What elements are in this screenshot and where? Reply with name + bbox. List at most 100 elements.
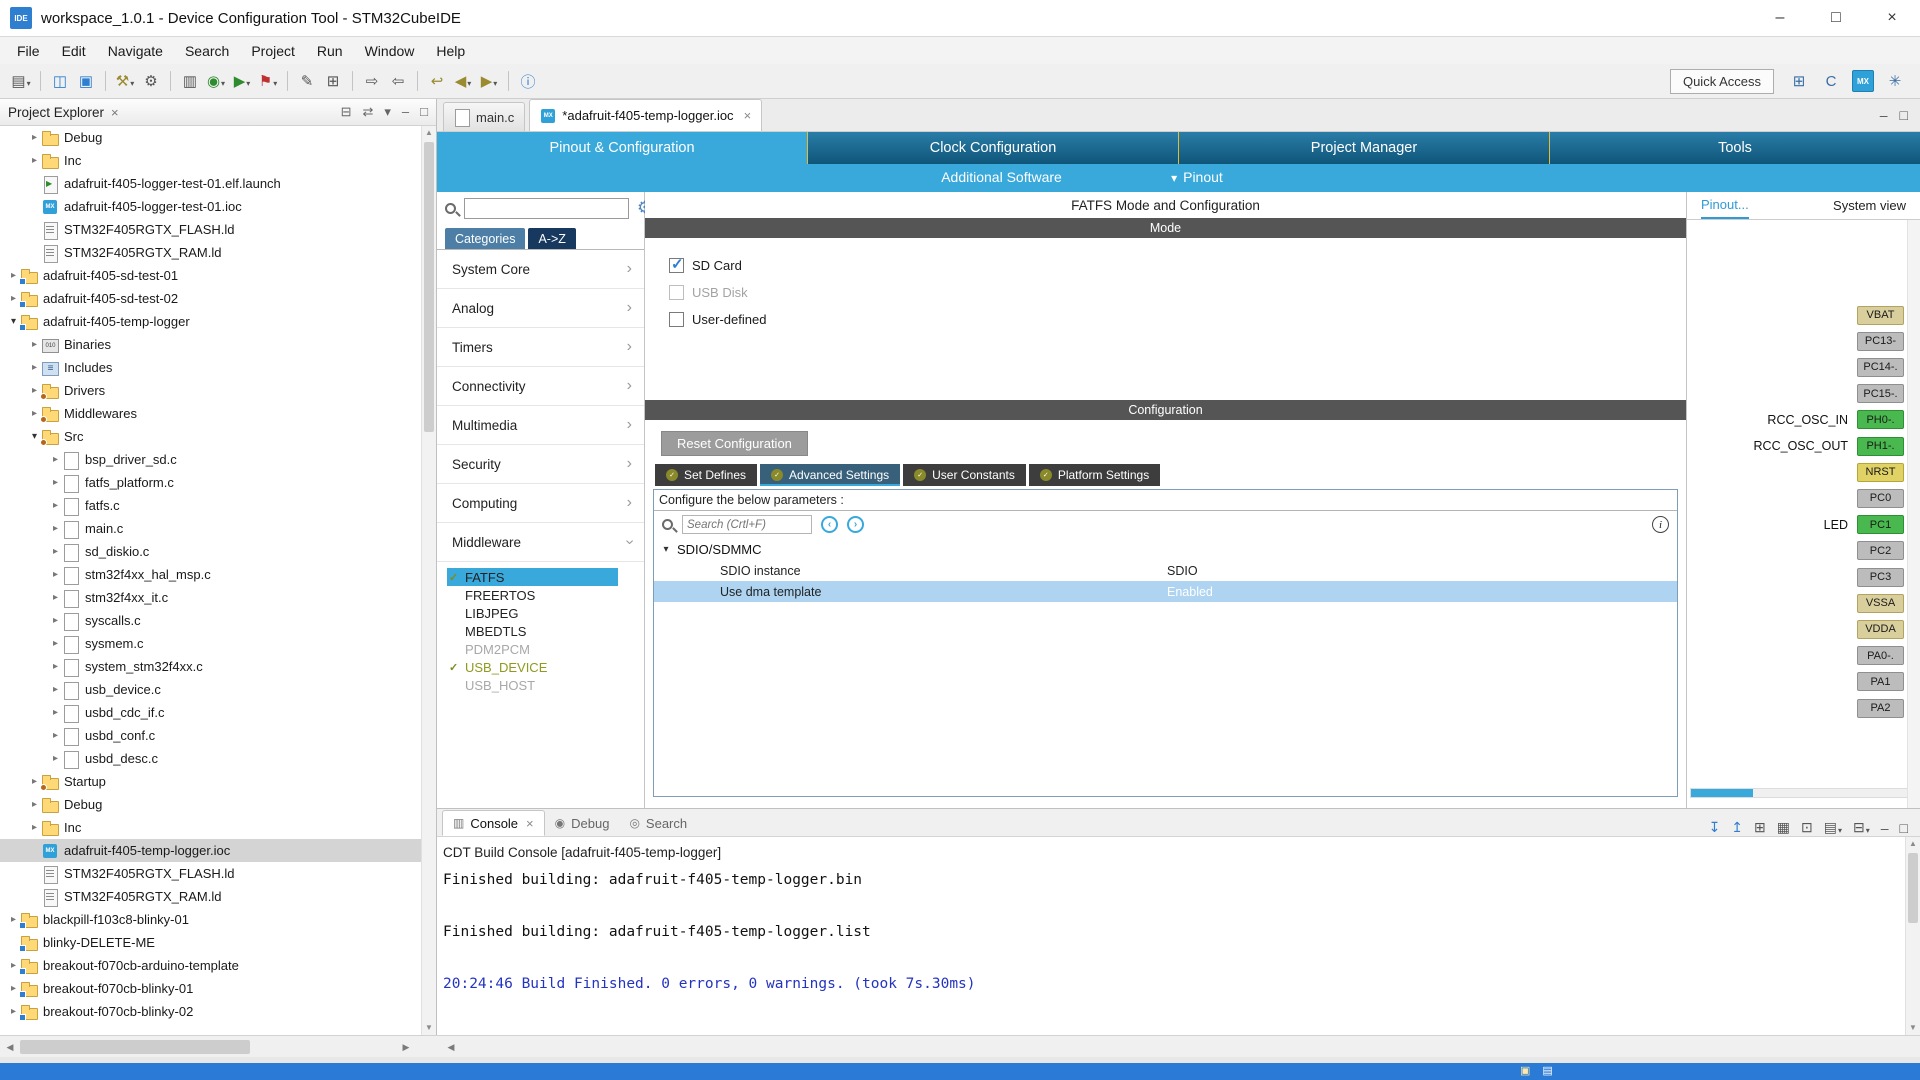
explorer-toolbar-icon[interactable]: ⊟ [341, 104, 352, 120]
pin[interactable]: NRST [1857, 463, 1904, 482]
dropdown-caret-icon[interactable] [246, 73, 250, 90]
parameter-value[interactable]: SDIO [1167, 564, 1677, 578]
toolbar-icon[interactable]: ▣ [74, 68, 98, 94]
dropdown-caret-icon[interactable] [467, 73, 471, 90]
configuration-subtab[interactable]: Advanced Settings [760, 464, 900, 486]
toolbar-icon[interactable]: ▥ [178, 68, 202, 94]
tree-item[interactable]: usbd_cdc_if.c [0, 701, 421, 724]
category-item[interactable]: Timers [437, 328, 644, 367]
cubemx-tab[interactable]: Clock Configuration [808, 132, 1179, 164]
tree-item[interactable]: Inc [0, 149, 421, 172]
toolbar-icon[interactable] [40, 71, 41, 91]
scrollbar-thumb[interactable] [20, 1040, 250, 1054]
console-toolbar-icon[interactable]: ▦ [1777, 819, 1790, 836]
dropdown-caret-icon[interactable] [493, 73, 497, 90]
tree-item[interactable]: fatfs_platform.c [0, 471, 421, 494]
parameter-row[interactable]: SDIO instance SDIO [654, 560, 1677, 581]
tree-item[interactable]: blackpill-f103c8-blinky-01 [0, 908, 421, 931]
parameter-search-input[interactable] [682, 515, 812, 534]
pin[interactable]: PH1-. [1857, 437, 1904, 456]
pin[interactable]: PC15-. [1857, 384, 1904, 403]
tree-item[interactable]: Src [0, 425, 421, 448]
tree-item[interactable]: adafruit-f405-logger-test-01.ioc [0, 195, 421, 218]
checkbox[interactable] [669, 285, 684, 300]
expand-arrow-icon[interactable] [48, 546, 63, 557]
category-item[interactable]: Analog [437, 289, 644, 328]
parameter-group-row[interactable]: SDIO/SDMMC [654, 538, 1677, 560]
console-toolbar-icon[interactable]: ▤ [1824, 819, 1842, 836]
dropdown-caret-icon[interactable] [1838, 820, 1842, 836]
expand-arrow-icon[interactable] [660, 544, 672, 555]
dropdown-caret-icon[interactable] [1866, 820, 1870, 836]
middleware-item[interactable]: PDM2PCM [447, 640, 618, 658]
toolbar-icon[interactable]: ✎ [295, 68, 319, 94]
expand-arrow-icon[interactable] [48, 730, 63, 741]
explorer-toolbar-icon[interactable]: ⇄ [362, 104, 373, 120]
pin[interactable]: VDDA [1857, 620, 1904, 639]
category-item[interactable]: Computing [437, 484, 644, 523]
tree-item[interactable]: Binaries [0, 333, 421, 356]
middleware-item[interactable]: FATFS [447, 568, 618, 586]
tree-item[interactable]: sd_diskio.c [0, 540, 421, 563]
pin[interactable]: PC3 [1857, 568, 1904, 587]
scrollbar-thumb[interactable] [1691, 789, 1753, 797]
perspective-icon[interactable]: ⊞ [1788, 69, 1810, 93]
toolbar-icon[interactable] [170, 71, 171, 91]
middleware-item[interactable]: MBEDTLS [447, 622, 618, 640]
tree-item[interactable]: Includes [0, 356, 421, 379]
category-item[interactable]: Middleware [437, 523, 644, 562]
pin[interactable]: VSSA [1857, 594, 1904, 613]
pin[interactable]: PA1 [1857, 672, 1904, 691]
expand-arrow-icon[interactable] [27, 155, 42, 166]
console-toolbar-icon[interactable]: ⊡ [1801, 819, 1813, 836]
middleware-item[interactable]: USB_HOST [447, 676, 618, 694]
pin[interactable]: PA2 [1857, 699, 1904, 718]
toolbar-icon[interactable]: ⇨ [360, 68, 384, 94]
menu-item[interactable]: Project [240, 37, 306, 64]
additional-software-button[interactable]: Additional Software [941, 169, 1062, 185]
tree-item[interactable]: stm32f4xx_hal_msp.c [0, 563, 421, 586]
tree-item[interactable]: breakout-f070cb-blinky-02 [0, 1000, 421, 1023]
scroll-down-icon[interactable] [1906, 1021, 1920, 1035]
system-view-tab[interactable]: System view [1833, 198, 1906, 213]
toolbar-icon[interactable]: ⚒ [113, 68, 137, 94]
category-item[interactable]: Multimedia [437, 406, 644, 445]
cubemx-tab[interactable]: Project Manager [1179, 132, 1550, 164]
tree-item[interactable]: Drivers [0, 379, 421, 402]
tree-item[interactable]: syscalls.c [0, 609, 421, 632]
scrollbar-thumb[interactable] [424, 142, 434, 432]
minimize-button[interactable]: – [1752, 0, 1808, 36]
toolbar-icon[interactable]: ▶ [230, 68, 254, 94]
expand-arrow-icon[interactable] [27, 132, 42, 143]
pin[interactable]: VBAT [1857, 306, 1904, 325]
expand-arrow-icon[interactable] [48, 477, 63, 488]
pin[interactable]: PA0-. [1857, 646, 1904, 665]
pinout-horizontal-scrollbar[interactable] [1690, 788, 1917, 798]
tree-item[interactable]: usbd_conf.c [0, 724, 421, 747]
category-tab[interactable]: Categories [445, 228, 525, 249]
middleware-item[interactable]: FREERTOS [447, 586, 618, 604]
configuration-subtab[interactable]: Platform Settings [1029, 464, 1160, 486]
menu-item[interactable]: File [6, 37, 51, 64]
checkbox[interactable] [669, 312, 684, 327]
console-toolbar-icon[interactable]: ⊞ [1754, 819, 1766, 836]
toolbar-icon[interactable] [508, 71, 509, 91]
tree-item[interactable]: usbd_desc.c [0, 747, 421, 770]
tree-item[interactable]: adafruit-f405-sd-test-01 [0, 264, 421, 287]
tree-item[interactable]: Debug [0, 126, 421, 149]
toolbar-icon[interactable]: ⇦ [386, 68, 410, 94]
console-tab[interactable]: ◉ Debug [545, 810, 620, 836]
scrollbar-thumb[interactable] [1908, 853, 1918, 923]
explorer-toolbar-icon[interactable]: □ [420, 104, 428, 120]
toolbar-icon[interactable]: ▤ [9, 68, 33, 94]
close-tab-icon[interactable] [526, 816, 534, 831]
tree-item[interactable]: STM32F405RGTX_FLASH.ld [0, 862, 421, 885]
expand-arrow-icon[interactable] [48, 592, 63, 603]
minimize-view-icon[interactable]: – [1880, 107, 1888, 123]
toolbar-icon[interactable]: ◫ [48, 68, 72, 94]
tree-item[interactable]: system_stm32f4xx.c [0, 655, 421, 678]
pin[interactable]: PC1 [1857, 515, 1904, 534]
console-output[interactable]: CDT Build Console [adafruit-f405-temp-lo… [437, 837, 1905, 1035]
toolbar-icon[interactable]: ▶ [477, 68, 501, 94]
menu-item[interactable]: Navigate [97, 37, 174, 64]
